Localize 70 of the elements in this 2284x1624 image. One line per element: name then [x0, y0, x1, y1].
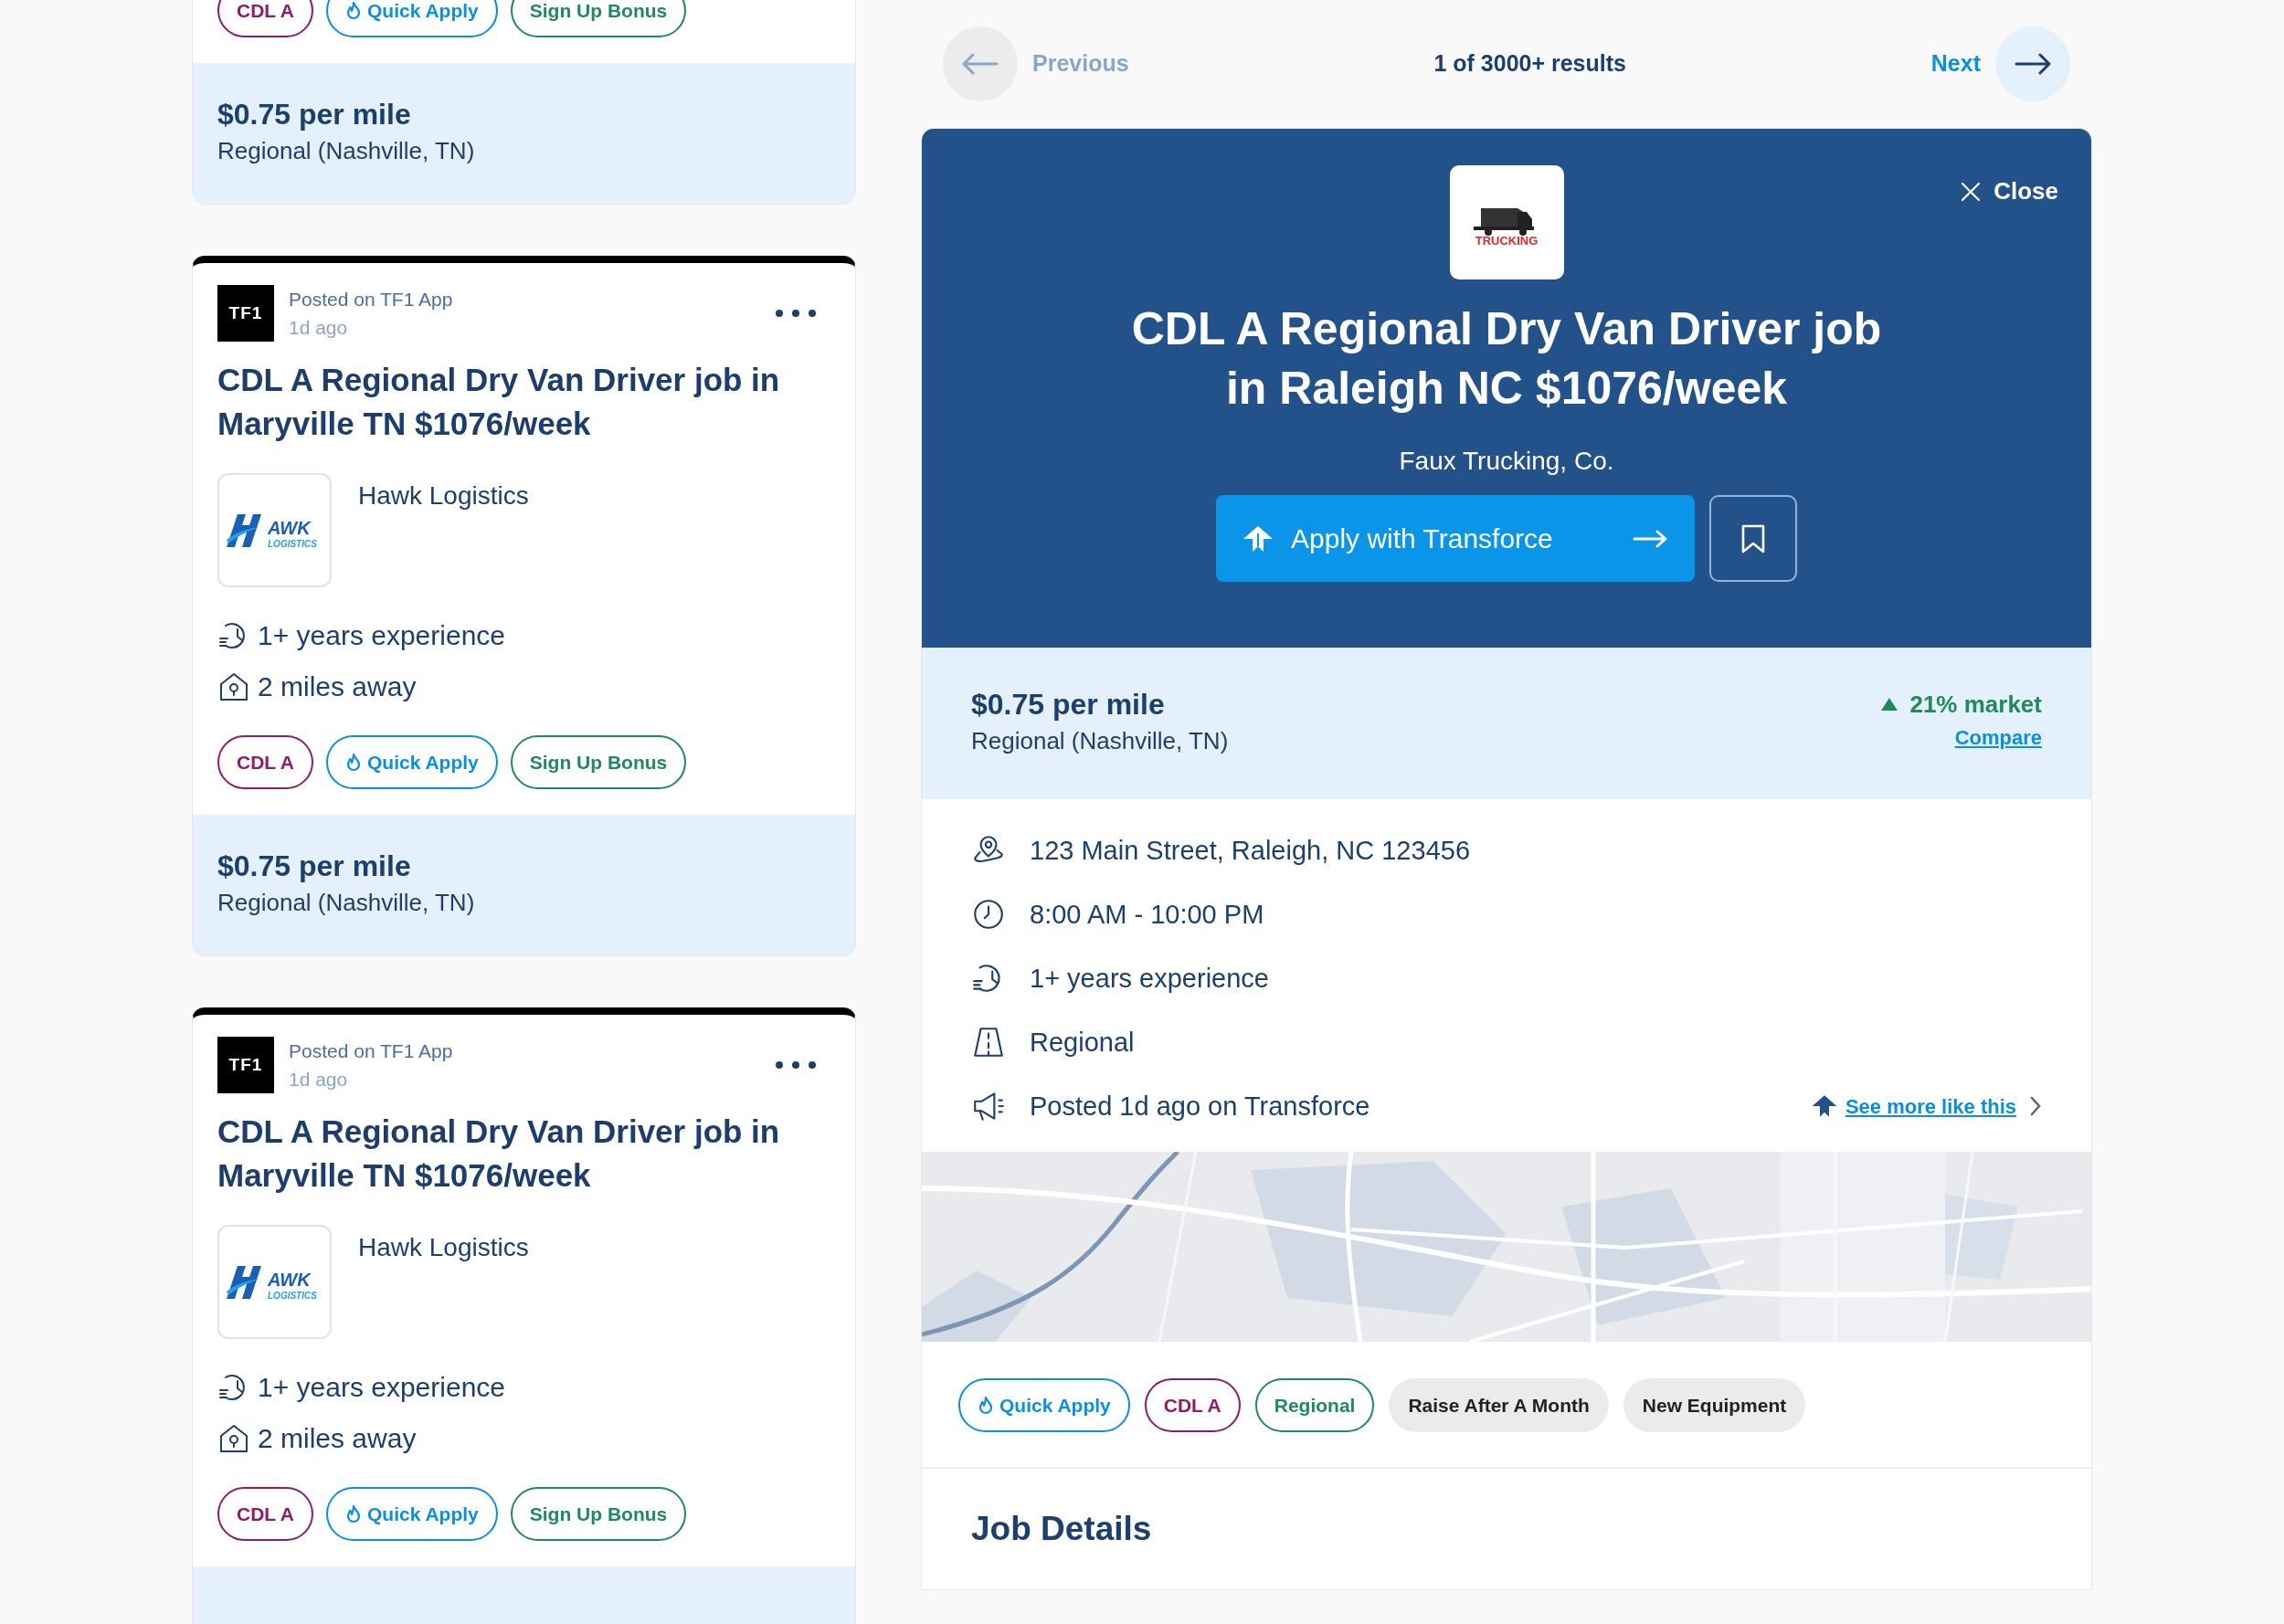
tag: Quick Apply [958, 1378, 1130, 1432]
route-text: Regional (Nashville, TN) [971, 726, 1229, 756]
pay-rate: $0.75 per mile [217, 849, 412, 884]
flame-icon [345, 1, 362, 20]
route-text: Regional (Nashville, TN) [217, 888, 476, 918]
tag: CDL A [217, 0, 313, 37]
detail-text: Regional [1030, 1027, 1136, 1059]
job-fact: 2 miles away [258, 1422, 417, 1455]
flame-icon [345, 753, 362, 772]
tag: Sign Up Bonus [510, 0, 687, 37]
detail-text: 1+ years experience [1030, 963, 1270, 995]
left-arrow-icon [960, 53, 1000, 75]
tag: CDL A [1144, 1378, 1241, 1432]
route-text: Regional (Nashville, TN) [217, 136, 476, 166]
chevron-right-icon[interactable] [2029, 1095, 2042, 1117]
company-logo: TRUCKING [1449, 165, 1564, 279]
company-name: Faux Trucking, Co. [1398, 446, 1615, 477]
tag: Quick Apply [326, 1487, 498, 1541]
job-card[interactable]: CDL A Quick Apply Sign Up Bonus $0.75 per mile Regional (Nashville, TN) [192, 0, 856, 205]
tag: Sign Up Bonus [510, 1487, 687, 1541]
clock-icon [971, 897, 1006, 932]
close-button[interactable]: Close [1955, 173, 2064, 210]
close-icon [1961, 181, 1982, 202]
tag: CDL A [217, 735, 313, 789]
job-fact: 2 miles away [258, 670, 417, 703]
pay-rate: $0.75 per mile [971, 687, 1166, 722]
source-logo: TF1 [217, 1037, 274, 1093]
road-icon [971, 1025, 1006, 1060]
arrow-logo-icon [1810, 1093, 1838, 1119]
job-fact: 1+ years experience [258, 1371, 505, 1404]
results-count: 1 of 3000+ results [1433, 50, 1626, 77]
arrow-logo-icon [1242, 523, 1274, 554]
company-name: Hawk Logistics [358, 1232, 529, 1263]
company-logo: AWK LOGISTICS [217, 473, 332, 587]
posted-time: 1d ago [289, 1068, 349, 1091]
company-logo: AWK LOGISTICS [217, 1225, 332, 1339]
posted-time: 1d ago [289, 316, 349, 340]
job-fact: 1+ years experience [258, 619, 505, 652]
right-arrow-icon [2013, 53, 2053, 75]
detail-text: 123 Main Street, Raleigh, NC 123456 [1030, 835, 1471, 867]
company-name: Hawk Logistics [358, 480, 529, 511]
tag: CDL A [217, 1487, 313, 1541]
tag: Sign Up Bonus [510, 735, 687, 789]
job-card[interactable] [192, 256, 856, 956]
tag: Regional [1254, 1378, 1375, 1432]
tag: Raise After A Month [1389, 1378, 1609, 1432]
job-title: CDL A Regional Dry Van Driver job in Raleigh NC $1076/week [1130, 302, 1883, 416]
bookmark-button[interactable] [1709, 495, 1797, 582]
tag: Quick Apply [326, 735, 498, 789]
section-heading: Job Details [970, 1509, 1153, 1549]
right-arrow-icon [1633, 529, 1669, 548]
bookmark-icon [1740, 522, 1766, 554]
tag: New Equipment [1623, 1378, 1806, 1432]
source-text: Posted on TF1 App [289, 1039, 454, 1063]
flame-icon [978, 1396, 994, 1415]
pay-rate: $0.75 per mile [217, 97, 412, 132]
more-options-icon[interactable] [774, 308, 818, 319]
more-options-icon[interactable] [774, 1060, 818, 1070]
job-title[interactable]: CDL A Regional Dry Van Driver job in Maryville TN $1076/week [217, 358, 830, 446]
source-logo: TF1 [217, 285, 274, 342]
detail-text: Posted 1d ago on Transforce [1030, 1091, 1371, 1123]
job-title[interactable]: CDL A Regional Dry Van Driver job in Maryville TN $1076/week [217, 1110, 830, 1197]
house-pin-icon [217, 1422, 250, 1455]
detail-text: 8:00 AM - 10:00 PM [1030, 899, 1265, 931]
tag: Quick Apply [326, 0, 498, 37]
flame-icon [345, 1504, 362, 1524]
job-card[interactable]: TF1 Posted on TF1 App 1d ago CDL A Regional Dry Van Driver job in Maryville TN $1076/week AWK LOGISTICS Hawk Logistics 1+ years experience 2 miles away CDL A Quick Apply Sign Up Bonus [192, 1007, 856, 1624]
house-pin-icon [217, 670, 250, 703]
source-text: Posted on TF1 App [289, 288, 454, 311]
market-text: 21% market [1909, 690, 2042, 720]
